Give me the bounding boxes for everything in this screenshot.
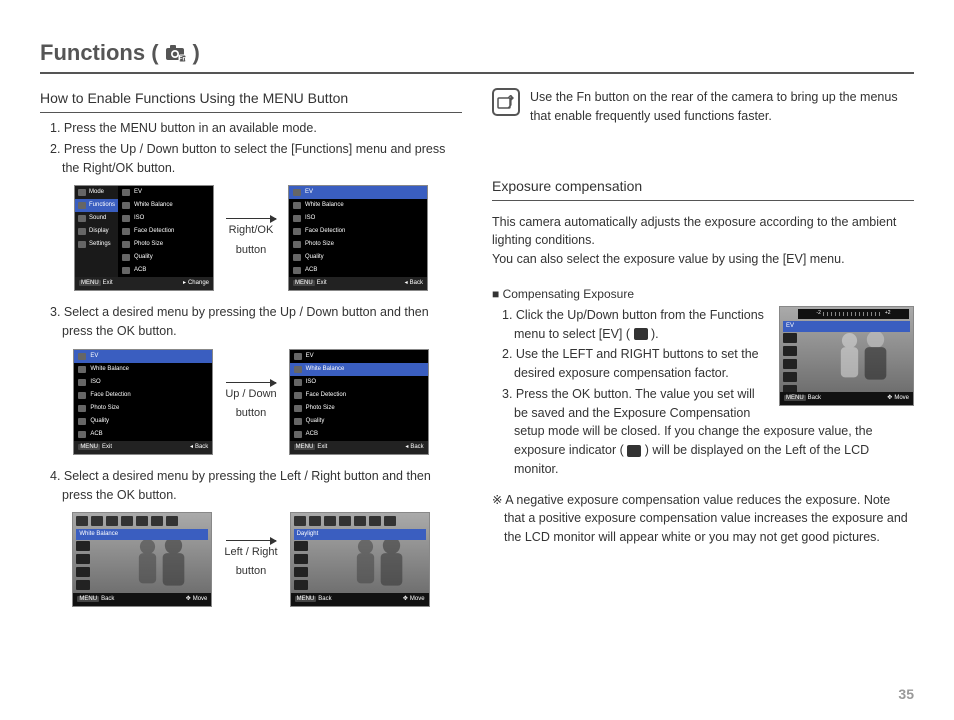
ev-indicator-icon: ± bbox=[634, 328, 648, 340]
photo-screen-ev: -2 +2 EV MENUBack ✥Move bbox=[779, 306, 914, 406]
quality-icon bbox=[294, 418, 302, 425]
sub-heading-compensating: ■ Compensating Exposure bbox=[492, 285, 914, 303]
mode-icon bbox=[78, 189, 86, 196]
camera-screen-2: EV White Balance ISO Face Detection Phot… bbox=[288, 185, 428, 291]
section-heading-enable-functions: How to Enable Functions Using the MENU B… bbox=[40, 88, 462, 113]
arrow-rightok: Right/OK button bbox=[226, 218, 276, 258]
wb-icon bbox=[122, 202, 130, 209]
photo-screen-daylight: Daylight MENUBack ✥Move bbox=[290, 512, 430, 607]
camera-fn-icon: Fn bbox=[165, 44, 187, 62]
title-prefix: Functions ( bbox=[40, 40, 159, 66]
ev-icon bbox=[122, 189, 130, 196]
acb-icon bbox=[293, 267, 301, 274]
step-1: 1. Press the MENU button in an available… bbox=[50, 119, 462, 138]
step-2: 2. Press the Up / Down button to select … bbox=[50, 140, 462, 178]
acb-icon bbox=[122, 267, 130, 274]
arrow-icon bbox=[226, 540, 276, 541]
wb-icon bbox=[293, 202, 301, 209]
camera-screen-1: Mode Functions Sound Display Settings EV… bbox=[74, 185, 214, 291]
face-icon bbox=[293, 228, 301, 235]
page-title: Functions ( Fn ) bbox=[40, 40, 914, 74]
settings-icon bbox=[78, 241, 86, 248]
arrow-updown: Up / Down button bbox=[225, 382, 276, 422]
iso-icon bbox=[294, 379, 302, 386]
quality-icon bbox=[78, 418, 86, 425]
left-column: How to Enable Functions Using the MENU B… bbox=[40, 88, 462, 619]
note-icon bbox=[492, 88, 520, 116]
wb-icon bbox=[78, 366, 86, 373]
tip-text: Use the Fn button on the rear of the cam… bbox=[530, 88, 914, 126]
ev-note: ※ A negative exposure compensation value… bbox=[492, 491, 914, 547]
iso-icon bbox=[293, 215, 301, 222]
size-icon bbox=[293, 241, 301, 248]
ev-icon bbox=[294, 353, 302, 360]
size-icon bbox=[122, 241, 130, 248]
exposure-p2: You can also select the exposure value b… bbox=[492, 250, 914, 269]
iso-icon bbox=[122, 215, 130, 222]
screen-row-3: White Balance MENUBack ✥Move Left / Righ… bbox=[40, 512, 462, 607]
functions-icon bbox=[78, 202, 86, 209]
camera-screen-3: EV White Balance ISO Face Detection Phot… bbox=[73, 349, 213, 455]
svg-text:Fn: Fn bbox=[178, 57, 186, 63]
photo-people-icon bbox=[830, 325, 895, 380]
screen-row-2: EV White Balance ISO Face Detection Phot… bbox=[40, 349, 462, 455]
arrow-icon bbox=[226, 382, 276, 383]
section-heading-exposure: Exposure compensation bbox=[492, 176, 914, 201]
ev-icon bbox=[293, 189, 301, 196]
size-icon bbox=[78, 405, 86, 412]
ev-indicator-icon: ± bbox=[627, 445, 641, 457]
iso-icon bbox=[78, 379, 86, 386]
face-icon bbox=[122, 228, 130, 235]
exposure-p1: This camera automatically adjusts the ex… bbox=[492, 213, 914, 251]
acb-icon bbox=[78, 431, 86, 438]
tip-box: Use the Fn button on the rear of the cam… bbox=[492, 88, 914, 126]
face-icon bbox=[78, 392, 86, 399]
page-number: 35 bbox=[898, 686, 914, 702]
camera-screen-4: EV White Balance ISO Face Detection Phot… bbox=[289, 349, 429, 455]
ev-icon bbox=[78, 353, 86, 360]
title-suffix: ) bbox=[193, 40, 200, 66]
display-icon bbox=[78, 228, 86, 235]
sound-icon bbox=[78, 215, 86, 222]
face-icon bbox=[294, 392, 302, 399]
wb-icon bbox=[294, 366, 302, 373]
right-column: Use the Fn button on the rear of the cam… bbox=[492, 88, 914, 619]
screen-row-1: Mode Functions Sound Display Settings EV… bbox=[40, 185, 462, 291]
step-3: 3. Select a desired menu by pressing the… bbox=[50, 303, 462, 341]
arrow-icon bbox=[226, 218, 276, 219]
photo-screen-wb: White Balance MENUBack ✥Move bbox=[72, 512, 212, 607]
step-4: 4. Select a desired menu by pressing the… bbox=[50, 467, 462, 505]
size-icon bbox=[294, 405, 302, 412]
acb-icon bbox=[294, 431, 302, 438]
quality-icon bbox=[122, 254, 130, 261]
quality-icon bbox=[293, 254, 301, 261]
arrow-leftright: Left / Right button bbox=[224, 540, 277, 580]
